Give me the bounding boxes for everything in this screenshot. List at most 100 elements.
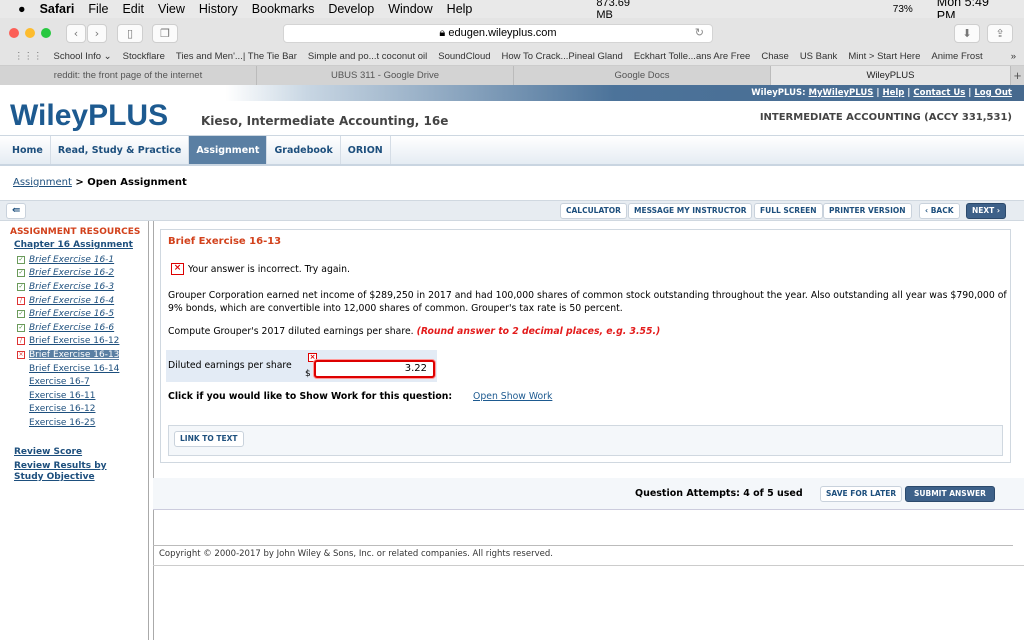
minimize-window-icon[interactable]	[25, 28, 35, 38]
close-window-icon[interactable]	[9, 28, 19, 38]
nav-assignment[interactable]: Assignment	[189, 136, 268, 164]
feedback-message: Your answer is incorrect. Try again.	[188, 264, 350, 275]
nav-home[interactable]: Home	[0, 136, 51, 164]
bookmark[interactable]: Anime Frost	[931, 51, 982, 62]
bookmark[interactable]: Simple and po...t coconut oil	[308, 51, 427, 62]
forward-arrow-icon[interactable]: ›	[87, 24, 107, 43]
calculator-button[interactable]: CALCULATOR	[560, 203, 627, 219]
footer-divider	[153, 565, 1024, 566]
sidebar-item[interactable]: × Brief Exercise 16-13	[17, 348, 148, 362]
battery-status[interactable]: 73%	[893, 4, 913, 15]
partial-status-icon: /	[17, 296, 25, 305]
apple-icon[interactable]: ●	[18, 2, 26, 16]
menu-history[interactable]: History	[199, 2, 238, 16]
sidebar-item[interactable]: ✓ Brief Exercise 16-2	[17, 267, 148, 281]
review-score-link[interactable]: Review Score	[14, 447, 148, 458]
tab-wileyplus[interactable]: WileyPLUS	[771, 66, 1011, 85]
sidebar-item[interactable]: ✓ Brief Exercise 16-1	[17, 253, 148, 267]
bookmark[interactable]: Stockflare	[123, 51, 165, 62]
full-screen-button[interactable]: FULL SCREEN	[754, 203, 823, 219]
printer-version-button[interactable]: PRINTER VERSION	[823, 203, 912, 219]
menu-view[interactable]: View	[158, 2, 185, 16]
bookmark[interactable]: SoundCloud	[438, 51, 490, 62]
bookmark[interactable]: Ties and Men'...| The Tie Bar	[176, 51, 297, 62]
contact-us-link[interactable]: Contact Us	[913, 88, 965, 98]
sidebar-item-link[interactable]: Brief Exercise 16-5	[29, 309, 114, 319]
wileyplus-logo[interactable]: WileyPLUS	[10, 99, 168, 133]
sidebar-item[interactable]: Exercise 16-7	[17, 375, 148, 389]
bookmark[interactable]: US Bank	[800, 51, 838, 62]
question-prompt: Compute Grouper's 2017 diluted earnings …	[168, 326, 1008, 339]
sidebar-icon[interactable]: ▯	[117, 24, 143, 43]
back-button[interactable]: ‹ BACK	[919, 203, 960, 219]
sidebar-item-link[interactable]: Brief Exercise 16-4	[29, 296, 114, 306]
sidebar-item[interactable]: / Brief Exercise 16-4	[17, 294, 148, 308]
open-show-work-link[interactable]: Open Show Work	[473, 391, 552, 404]
next-button[interactable]: NEXT ›	[966, 203, 1007, 219]
sidebar-item-link[interactable]: Brief Exercise 16-2	[29, 268, 114, 278]
tab-google-drive[interactable]: UBUS 311 - Google Drive	[257, 66, 514, 85]
chapter-assignment-link[interactable]: Chapter 16 Assignment	[14, 240, 148, 251]
bookmark[interactable]: Mint > Start Here	[848, 51, 920, 62]
more-bookmarks-icon[interactable]: »	[1011, 51, 1016, 62]
url-bar[interactable]: 🔒︎ edugen.wileyplus.com ↻	[283, 24, 713, 43]
sidebar-item-link[interactable]: Brief Exercise 16-12	[29, 336, 119, 346]
menu-help[interactable]: Help	[447, 2, 473, 16]
sidebar-item[interactable]: Brief Exercise 16-14	[17, 362, 148, 376]
lock-icon: 🔒︎	[439, 27, 449, 39]
bookmark[interactable]: Chase	[761, 51, 788, 62]
sidebar-item[interactable]: Exercise 16-12	[17, 403, 148, 417]
submit-answer-button[interactable]: SUBMIT ANSWER	[905, 486, 995, 502]
reload-icon[interactable]: ↻	[695, 25, 704, 42]
grid-icon[interactable]: ⋮⋮⋮	[14, 51, 43, 62]
sidebar-item[interactable]: ✓ Brief Exercise 16-6	[17, 321, 148, 335]
menu-file[interactable]: File	[88, 2, 108, 16]
back-arrow-icon[interactable]: ‹	[66, 24, 86, 43]
question-title: Brief Exercise 16-13	[168, 236, 282, 247]
nav-read-study-practice[interactable]: Read, Study & Practice	[51, 136, 190, 164]
sidebar-item-link[interactable]: Exercise 16-7	[29, 377, 90, 387]
sidebar-item-link[interactable]: Exercise 16-11	[29, 391, 95, 401]
menu-bookmarks[interactable]: Bookmarks	[252, 2, 315, 16]
sidebar-item-link[interactable]: Brief Exercise 16-3	[29, 282, 114, 292]
sidebar-item-link[interactable]: Brief Exercise 16-1	[29, 255, 114, 265]
mywileyplus-link[interactable]: MyWileyPLUS	[809, 88, 874, 98]
download-icon[interactable]: ⬇	[954, 24, 980, 43]
collapse-sidebar-icon[interactable]: ⇚	[6, 203, 27, 219]
sidebar-item[interactable]: / Brief Exercise 16-12	[17, 335, 148, 349]
menu-window[interactable]: Window	[388, 2, 432, 16]
bookmark[interactable]: How To Crack...Pineal Gland	[502, 51, 623, 62]
breadcrumb-assignment-link[interactable]: Assignment	[13, 177, 72, 188]
tabs-icon[interactable]: ❐	[152, 24, 178, 43]
link-to-text-button[interactable]: LINK TO TEXT	[174, 431, 244, 447]
sidebar-item[interactable]: ✓ Brief Exercise 16-5	[17, 307, 148, 321]
sidebar-item-link[interactable]: Brief Exercise 16-13	[29, 349, 120, 360]
sidebar-item-link[interactable]: Brief Exercise 16-6	[29, 323, 114, 333]
message-instructor-button[interactable]: MESSAGE MY INSTRUCTOR	[628, 203, 753, 219]
sidebar-item-link[interactable]: Exercise 16-25	[29, 418, 95, 428]
sidebar-item[interactable]: ✓ Brief Exercise 16-3	[17, 280, 148, 294]
review-results-link[interactable]: Review Results by Study Objective	[14, 461, 139, 483]
blank-icon	[17, 392, 25, 400]
new-tab-icon[interactable]: +	[1011, 66, 1024, 85]
sidebar-item[interactable]: Exercise 16-11	[17, 389, 148, 403]
tab-reddit[interactable]: reddit: the front page of the internet	[0, 66, 257, 85]
menu-app[interactable]: Safari	[40, 2, 75, 16]
share-icon[interactable]: ⇪	[987, 24, 1013, 43]
breadcrumb: Assignment > Open Assignment	[13, 177, 187, 188]
bookmark[interactable]: Eckhart Tolle...ans Are Free	[634, 51, 751, 62]
help-link[interactable]: Help	[882, 88, 904, 98]
diluted-eps-input[interactable]: 3.22	[314, 360, 435, 378]
menu-edit[interactable]: Edit	[122, 2, 144, 16]
tab-google-docs[interactable]: Google Docs	[514, 66, 771, 85]
menu-develop[interactable]: Develop	[328, 2, 374, 16]
bookmark[interactable]: School Info ⌄	[54, 51, 112, 62]
nav-orion[interactable]: ORION	[341, 136, 391, 164]
sidebar-item-link[interactable]: Exercise 16-12	[29, 404, 95, 414]
nav-gradebook[interactable]: Gradebook	[267, 136, 341, 164]
sidebar-item-link[interactable]: Brief Exercise 16-14	[29, 364, 119, 374]
save-for-later-button[interactable]: SAVE FOR LATER	[820, 486, 903, 502]
sidebar-item[interactable]: Exercise 16-25	[17, 416, 148, 430]
log-out-link[interactable]: Log Out	[974, 88, 1012, 98]
zoom-window-icon[interactable]	[41, 28, 51, 38]
